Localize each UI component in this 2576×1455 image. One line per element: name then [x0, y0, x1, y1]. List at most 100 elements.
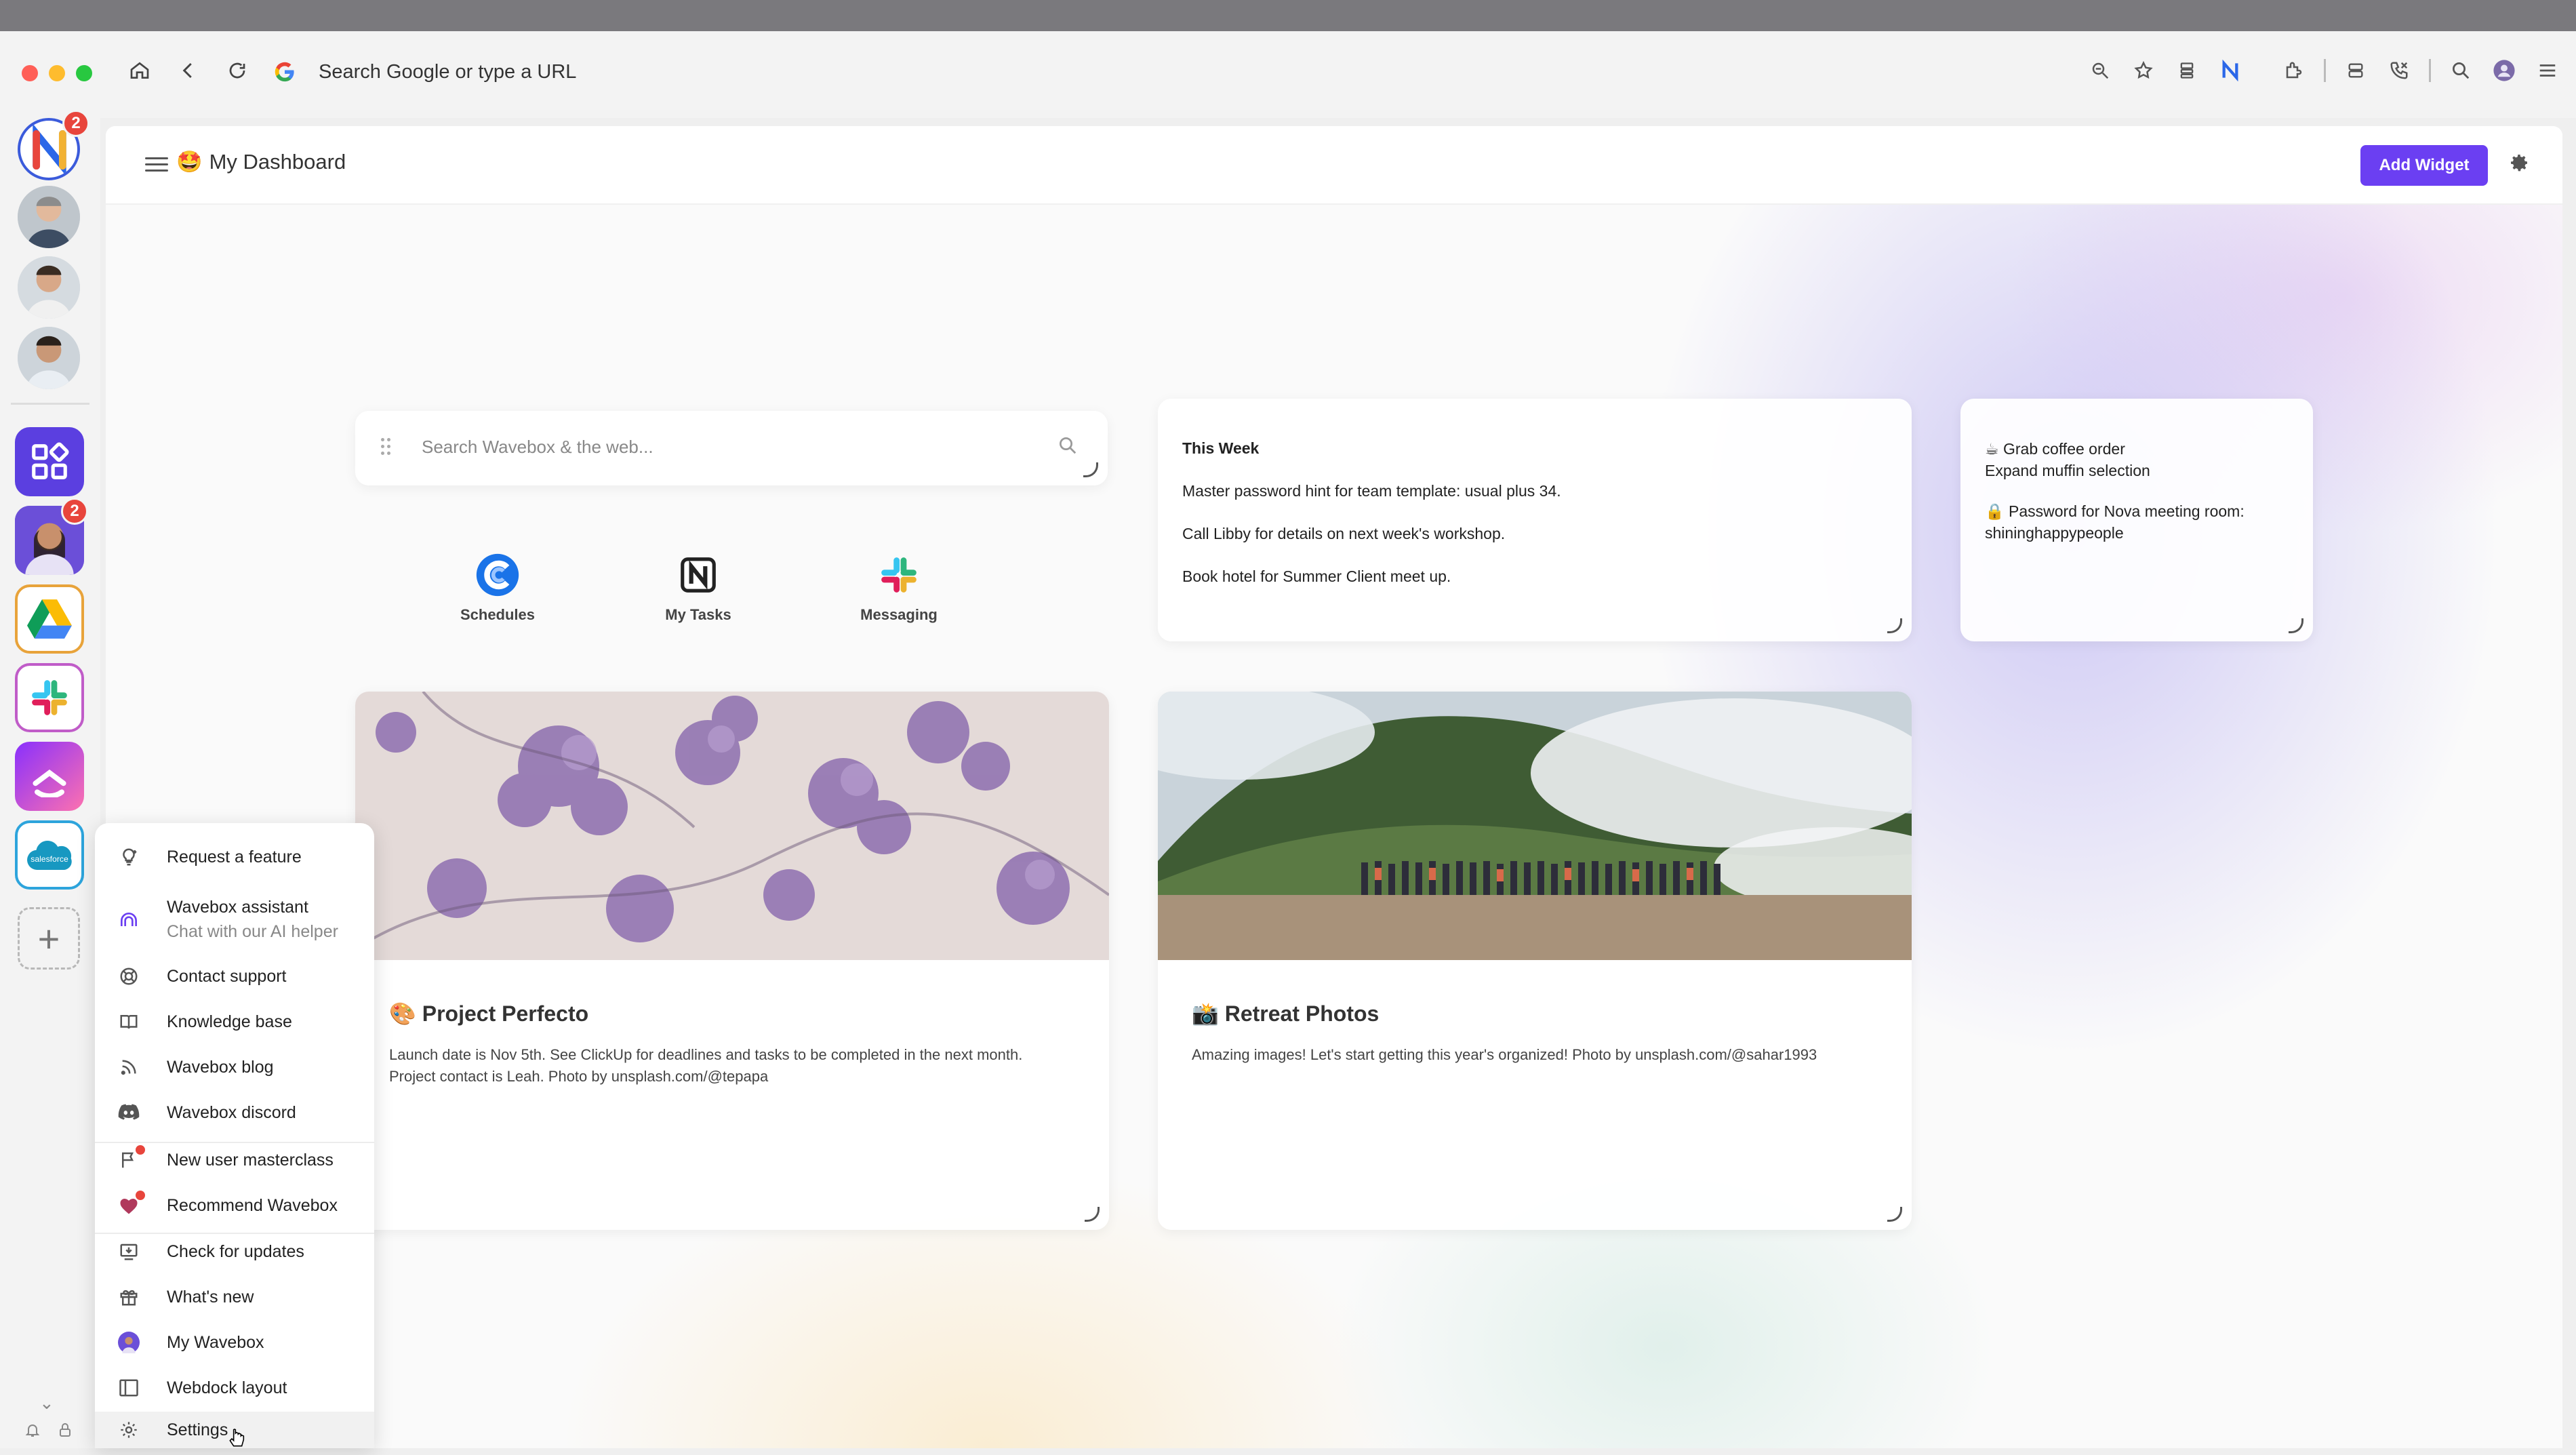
add-app-button[interactable]: +	[18, 907, 80, 970]
search-input[interactable]: Search Wavebox & the web...	[422, 437, 653, 458]
menu-label: Webdock layout	[167, 1378, 287, 1397]
card-description: Launch date is Nov 5th. See ClickUp for …	[389, 1046, 1023, 1085]
toolbar-icons	[2078, 50, 2569, 91]
calendar-c-icon	[473, 551, 522, 599]
person-avatar-2[interactable]	[18, 256, 80, 319]
page-title: 🤩 My Dashboard	[176, 149, 346, 174]
gear-icon[interactable]	[2505, 152, 2533, 179]
retreat-photo	[1158, 692, 1912, 960]
menu-icon[interactable]	[2526, 50, 2569, 91]
resize-handle[interactable]	[1887, 1207, 1902, 1222]
resize-handle[interactable]	[1085, 1207, 1100, 1222]
search-widget[interactable]: Search Wavebox & the web...	[355, 411, 1108, 485]
drag-handle[interactable]	[381, 438, 392, 457]
phone-icon[interactable]	[2377, 50, 2421, 91]
retreat-photos-card[interactable]: 📸 Retreat Photos Amazing images! Let's s…	[1158, 692, 1912, 1230]
menu-item-knowledge-base[interactable]: Knowledge base	[95, 1000, 374, 1043]
menu-item-recommend-wavebox[interactable]: Recommend Wavebox	[95, 1184, 374, 1227]
menu-item-webdock-layout[interactable]: Webdock layout	[95, 1366, 374, 1410]
menu-item-wavebox-discord[interactable]: Wavebox discord	[95, 1091, 374, 1134]
maximize-window-button[interactable]	[76, 65, 92, 81]
webdock: 2 2 salesforce +	[0, 110, 100, 1448]
discord-icon	[115, 1099, 142, 1126]
gift-icon	[115, 1283, 142, 1311]
menu-item-new-user-masterclass[interactable]: New user masterclass	[95, 1138, 374, 1182]
star-icon[interactable]	[2122, 50, 2165, 91]
menu-label: My Wavebox	[167, 1332, 264, 1352]
extensions-icon[interactable]	[2272, 50, 2316, 91]
user-avatar-icon	[115, 1329, 142, 1356]
resize-handle[interactable]	[1083, 462, 1098, 477]
search-icon[interactable]	[2439, 50, 2482, 91]
menu-label: Recommend Wavebox	[167, 1195, 338, 1215]
reload-icon[interactable]	[217, 50, 258, 91]
tab-list-icon[interactable]	[2165, 50, 2209, 91]
resize-handle[interactable]	[1887, 618, 1902, 633]
rss-icon	[115, 1054, 142, 1081]
close-window-button[interactable]	[22, 65, 38, 81]
project-perfecto-card[interactable]: 🎨 Project Perfecto Launch date is Nov 5t…	[355, 692, 1109, 1230]
layout-icon	[115, 1374, 142, 1401]
shortcut-messaging[interactable]: Messaging	[831, 551, 967, 624]
salesforce-icon[interactable]: salesforce	[15, 820, 84, 890]
menu-label: Check for updates	[167, 1241, 304, 1261]
apps-launcher-icon[interactable]	[15, 427, 84, 496]
menu-item-my-wavebox[interactable]: My Wavebox	[95, 1321, 374, 1364]
add-widget-button[interactable]: Add Widget	[2360, 145, 2488, 186]
browser-window: Search Google or type a URL 2 2 salesfor…	[0, 0, 2576, 1448]
bell-icon[interactable]	[24, 1421, 41, 1443]
gear-icon	[115, 1416, 142, 1443]
profile-icon[interactable]	[2482, 50, 2526, 91]
note-line: ☕ Grab coffee order	[1985, 440, 2125, 458]
menu-label: Knowledge base	[167, 1012, 292, 1031]
search-icon[interactable]	[1058, 435, 1078, 461]
lifebuoy-icon	[115, 963, 142, 990]
shortcut-my-tasks[interactable]: My Tasks	[630, 551, 766, 624]
wavebox-extension-icon[interactable]	[2209, 50, 2252, 91]
mouse-pointer-icon	[228, 1428, 247, 1455]
workspace-notification-badge: 2	[61, 498, 88, 525]
address-bar[interactable]: Search Google or type a URL	[271, 52, 2183, 92]
google-drive-icon[interactable]	[15, 584, 84, 654]
title-text: My Dashboard	[209, 149, 346, 174]
notification-dot	[136, 1191, 145, 1200]
menu-item-request-feature[interactable]: Request a feature	[95, 835, 374, 879]
clickup-icon[interactable]	[15, 742, 84, 811]
dock-divider	[11, 403, 89, 405]
menu-item-wavebox-assistant[interactable]: Wavebox assistant Chat with our AI helpe…	[95, 888, 374, 953]
minimize-window-button[interactable]	[49, 65, 65, 81]
slack-icon[interactable]	[15, 663, 84, 732]
shortcut-schedules[interactable]: Schedules	[430, 551, 565, 624]
toolbar-divider	[2324, 59, 2326, 82]
hamburger-menu-icon[interactable]	[145, 153, 168, 176]
resize-handle[interactable]	[2289, 618, 2303, 633]
title-emoji: 🤩	[176, 150, 203, 174]
download-icon	[115, 1238, 142, 1265]
menu-item-contact-support[interactable]: Contact support	[95, 955, 374, 998]
menu-label: What's new	[167, 1287, 254, 1307]
slack-icon	[874, 551, 923, 599]
back-icon[interactable]	[168, 50, 209, 91]
note-line: shininghappypeople	[1985, 524, 2124, 542]
menu-item-whats-new[interactable]: What's new	[95, 1275, 374, 1319]
chevron-down-icon[interactable]: ⌄	[39, 1393, 54, 1414]
home-icon[interactable]	[119, 50, 160, 91]
menu-label: Wavebox discord	[167, 1102, 296, 1122]
menu-item-wavebox-blog[interactable]: Wavebox blog	[95, 1045, 374, 1089]
person-avatar-3[interactable]	[18, 327, 80, 389]
this-week-note[interactable]: This Week Master password hint for team …	[1158, 399, 1912, 641]
database-icon[interactable]	[2334, 50, 2377, 91]
card-title: 📸 Retreat Photos	[1192, 1001, 1380, 1026]
person-avatar-1[interactable]	[18, 186, 80, 248]
menu-item-check-updates[interactable]: Check for updates	[95, 1230, 374, 1273]
toolbar-divider	[2429, 59, 2431, 82]
coffee-note[interactable]: ☕ Grab coffee order Expand muffin select…	[1960, 399, 2313, 641]
note-line: Call Libby for details on next week's wo…	[1182, 525, 1506, 542]
window-controls	[22, 65, 92, 81]
lock-icon[interactable]	[57, 1421, 73, 1443]
menu-label: Wavebox blog	[167, 1057, 274, 1077]
wavebox-notification-badge: 2	[62, 110, 89, 137]
card-title: 🎨 Project Perfecto	[389, 1001, 589, 1026]
dock-bottom-icons	[24, 1421, 73, 1443]
zoom-icon[interactable]	[2078, 50, 2122, 91]
